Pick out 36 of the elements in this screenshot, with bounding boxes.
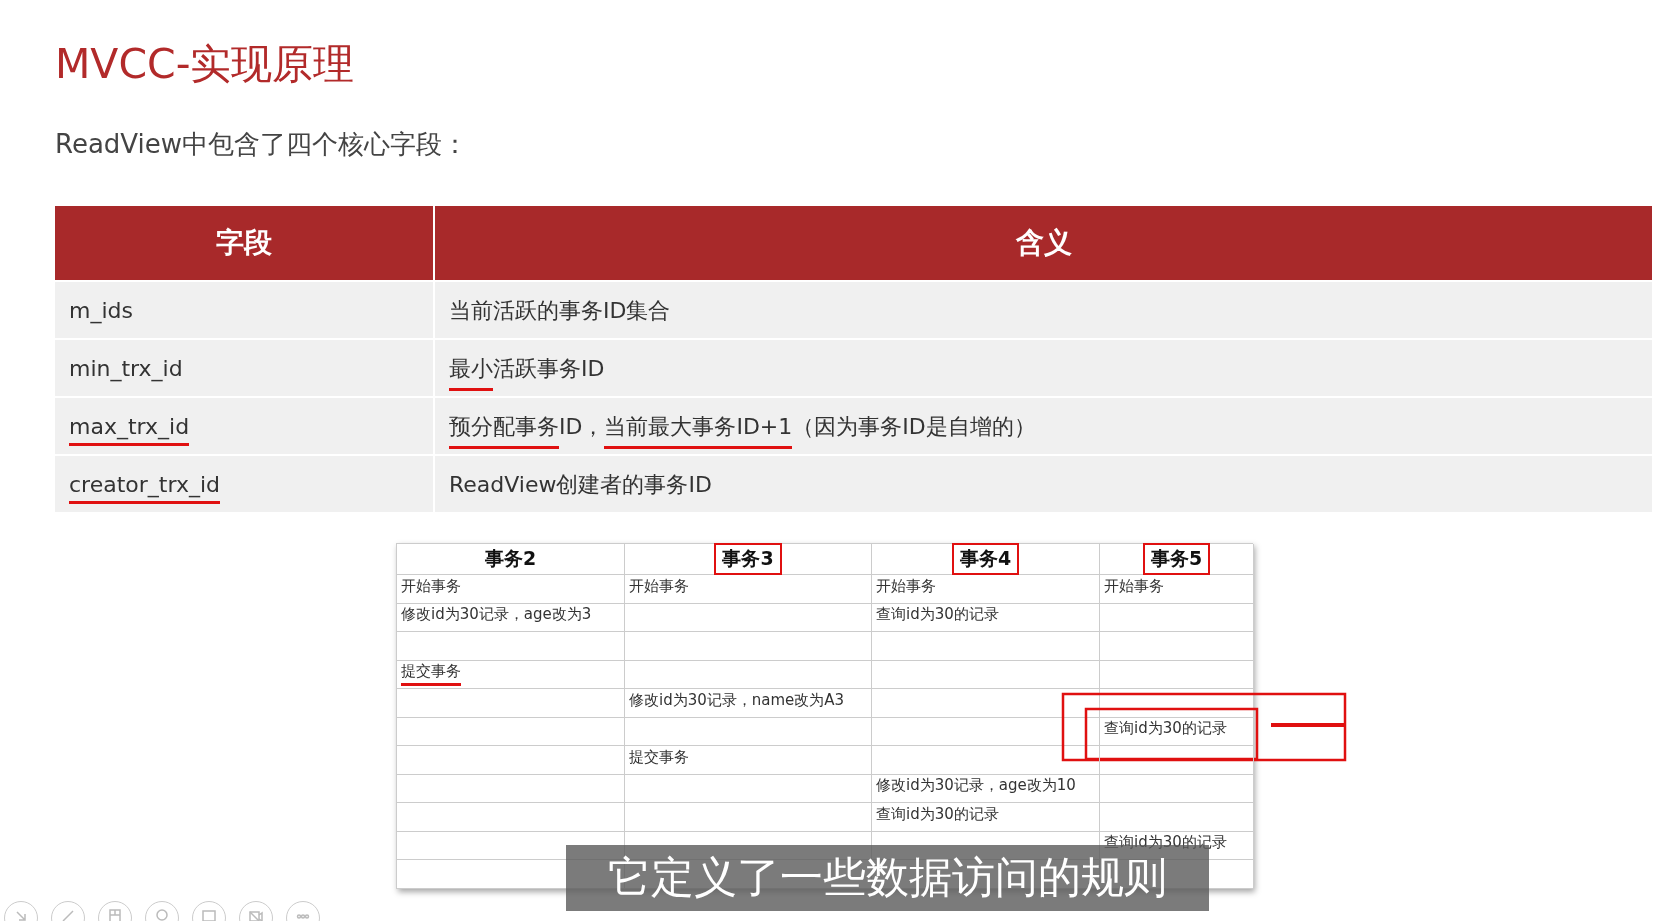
- table-cell: 开始事务: [625, 575, 872, 604]
- column-header: 事务5: [1100, 544, 1254, 576]
- column-header: 事务2: [397, 544, 625, 576]
- slide-title: MVCC-实现原理: [55, 40, 356, 90]
- table-cell: 提交事务: [625, 746, 872, 775]
- column-header: 字段: [55, 206, 433, 281]
- column-header: 事务4: [872, 544, 1100, 576]
- magnifier-icon: [154, 908, 170, 921]
- intro-text: ReadView中包含了四个核心字段：: [55, 128, 470, 162]
- table-cell: 提交事务: [397, 660, 625, 690]
- table-cell: 修改id为30记录，age改为3: [397, 603, 625, 633]
- screen-icon: [201, 908, 217, 921]
- table-cell: 开始事务: [397, 575, 625, 604]
- table-cell: m_ids: [55, 282, 433, 339]
- camera-off-icon: [248, 908, 264, 921]
- table-cell: max_trx_id: [55, 398, 433, 455]
- table-cell: creator_trx_id: [55, 456, 433, 513]
- table-cell: 查询id为30的记录: [872, 603, 1100, 633]
- table-cell: 当前活跃的事务ID集合: [435, 282, 1652, 339]
- table-cell: 预分配事务ID，当前最大事务ID+1（因为事务ID是自增的）: [435, 398, 1652, 455]
- more-icon: [295, 914, 311, 919]
- column-header: 含义: [435, 206, 1652, 281]
- table-cell: 开始事务: [1100, 575, 1254, 604]
- table-cell: 开始事务: [872, 575, 1100, 604]
- table-cell: min_trx_id: [55, 340, 433, 397]
- table-cell: ReadView创建者的事务ID: [435, 456, 1652, 513]
- table-cell: 最小活跃事务ID: [435, 340, 1652, 397]
- arrow-icon: [13, 908, 29, 921]
- table-cell: 查询id为30的记录: [872, 803, 1100, 832]
- slides-icon: [107, 908, 123, 921]
- pen-icon: [60, 908, 76, 921]
- column-header: 事务3: [625, 544, 872, 576]
- video-subtitle: 它定义了一些数据访问的规则: [566, 845, 1209, 911]
- table-cell: 修改id为30记录，age改为10: [872, 774, 1100, 804]
- table-cell: 修改id为30记录，name改为A3: [625, 689, 872, 718]
- table-cell: 查询id为30的记录: [1100, 717, 1254, 747]
